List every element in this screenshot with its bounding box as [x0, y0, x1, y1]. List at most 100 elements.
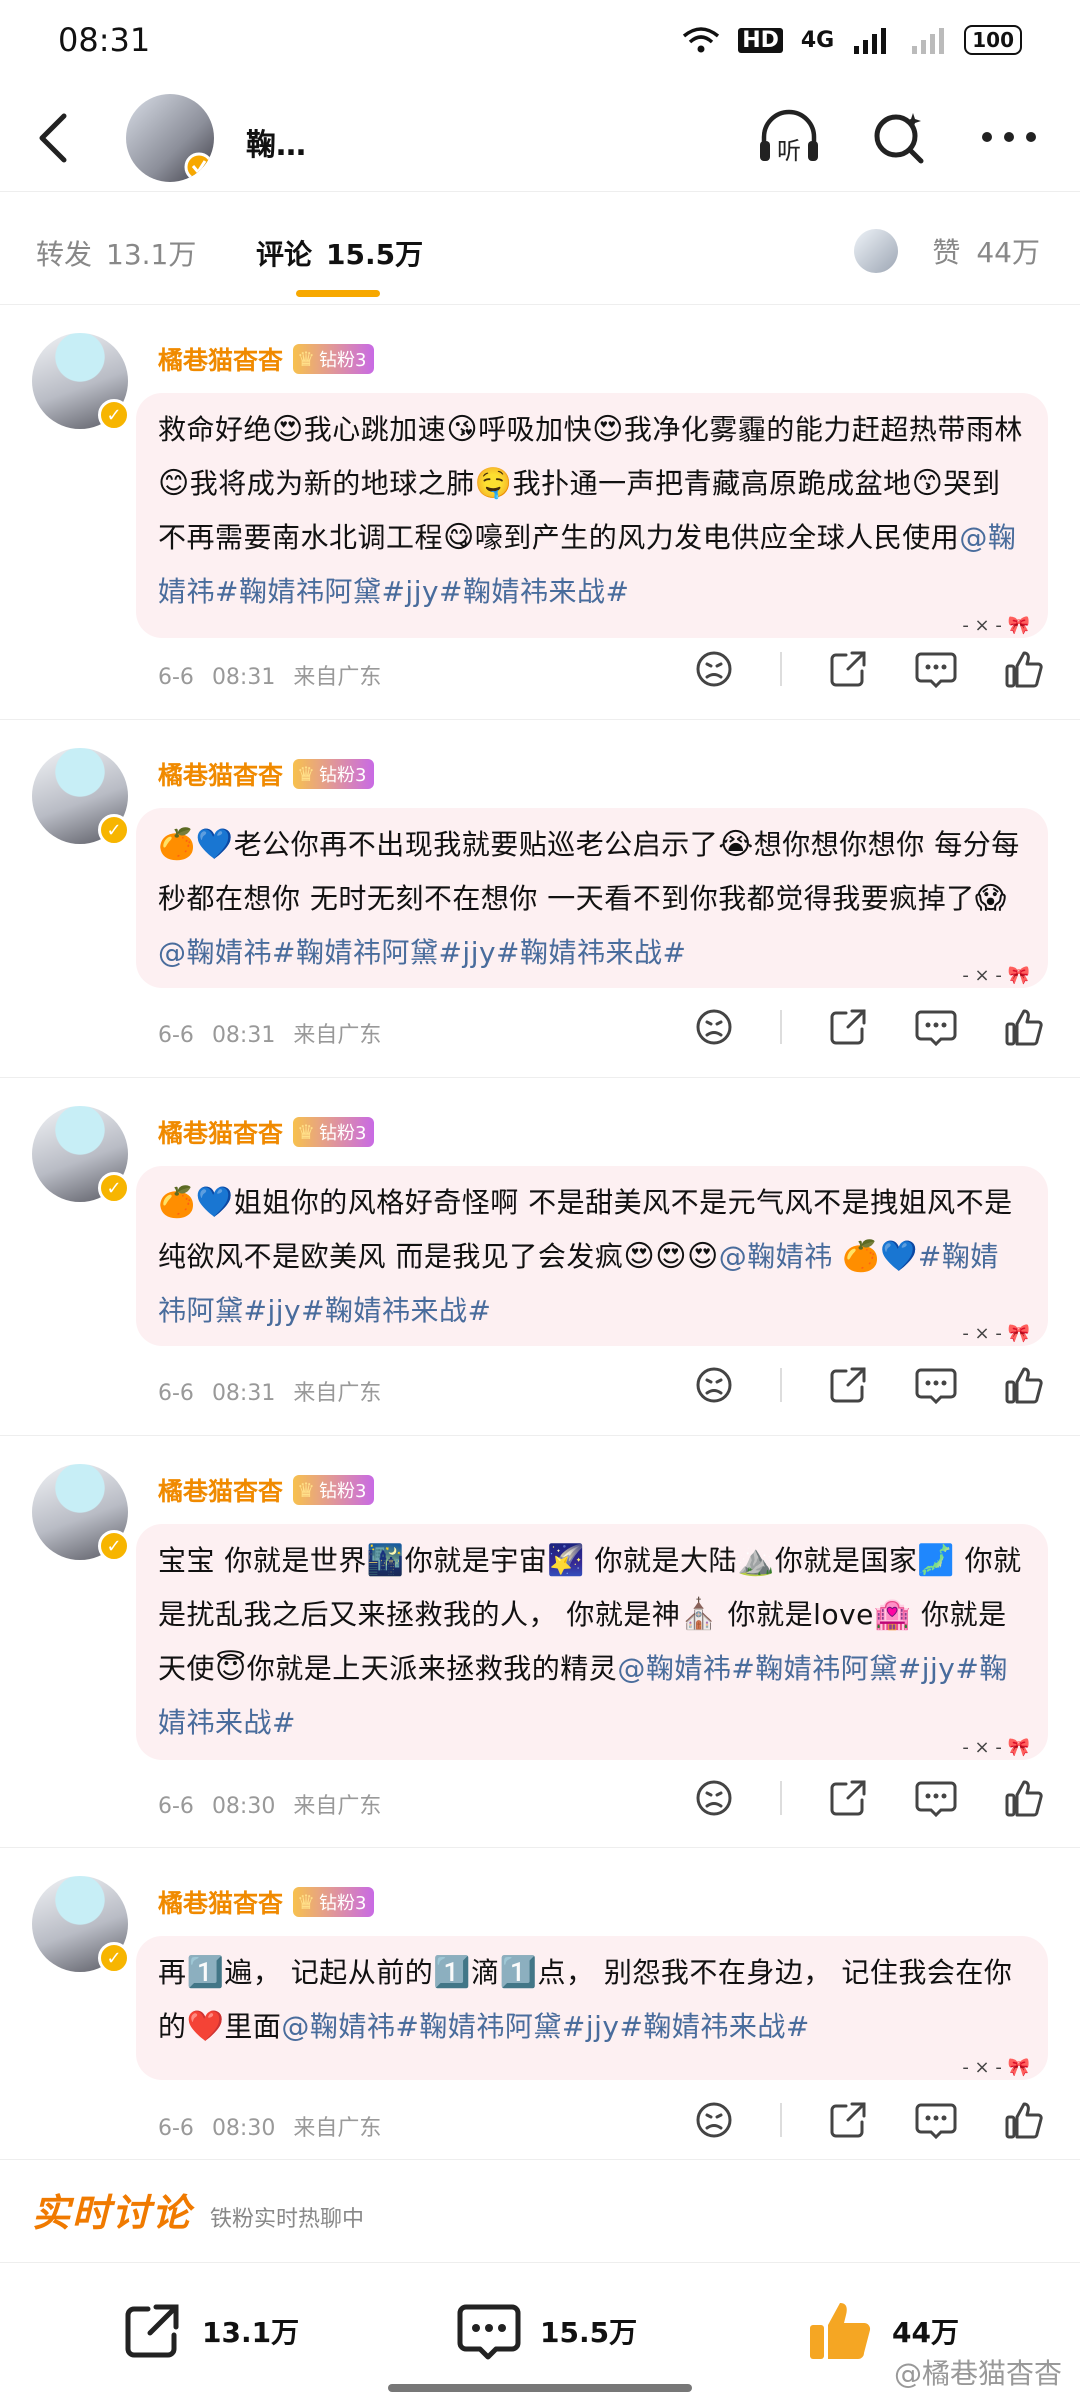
dislike-icon[interactable] [692, 1363, 736, 1407]
status-icons: HD 4G 100 [682, 25, 1022, 55]
repost-icon [125, 2304, 179, 2358]
comment-text-segment: 你就是love [718, 1598, 874, 1631]
comment-item[interactable]: ✓ 橘巷猫杳杳 ♛ 钻粉3 救命好绝😍我心跳加速😘呼吸加快😍我净化雾霾的能力赶超热带雨林… [0, 305, 1080, 720]
tab-likes[interactable]: 赞 44万 [854, 229, 1040, 273]
emoji-icon: 1️⃣ [186, 1955, 225, 1990]
comment-icon[interactable] [914, 647, 958, 691]
verified-badge-icon: ✓ [98, 1942, 130, 1974]
emoji-icon: 🌃 [366, 1543, 405, 1578]
commenter-avatar[interactable]: ✓ [32, 748, 130, 846]
realtime-discussion[interactable]: 实时讨论 铁粉实时热聊中 [32, 2182, 364, 2237]
more-icon[interactable] [976, 107, 1042, 167]
fan-badge-label: 钻粉3 [318, 1123, 367, 1144]
dislike-icon[interactable] [692, 2098, 736, 2142]
crown-icon: ♛ [297, 1120, 315, 1144]
comment-time: 08:31 [211, 665, 276, 690]
comment-bubble: 🍊💙老公你再不出现我就要贴巡老公启示了😭想你想你想你 每分每秒都在想你 无时无刻… [136, 808, 1048, 988]
comment-text-segment: 你就是国家 [774, 1544, 918, 1577]
liker-avatar [854, 229, 899, 273]
repost-icon[interactable] [826, 1776, 870, 1820]
author-avatar[interactable] [126, 94, 214, 182]
comment-icon[interactable] [914, 1005, 958, 1049]
bubble-bow-decoration: - × - 🎀 [962, 1737, 1030, 1758]
like-icon[interactable] [1002, 1005, 1046, 1049]
comment-time: 08:31 [211, 1381, 276, 1406]
tab-repost-count: 13.1万 [106, 238, 197, 271]
tab-bar: 转发 13.1万 评论 15.5万 赞 44万 [0, 195, 1080, 305]
emoji-icon: 1️⃣ [499, 1955, 538, 1990]
comment-meta: 6-6 08:30 来自广东 [158, 1788, 381, 1820]
like-icon[interactable] [1002, 647, 1046, 691]
fan-badge: ♛ 钻粉3 [293, 344, 375, 374]
mention-hashtag-link[interactable]: @鞠婧祎#鞠婧祎阿黛#jjy#鞠婧祎来战# [158, 936, 686, 969]
comment-text-segment: 滴 [471, 1956, 500, 1989]
fan-badge: ♛ 钻粉3 [293, 1887, 375, 1917]
comment-text-segment: 我将成为新的地球之肺 [189, 467, 475, 500]
commenter-avatar[interactable]: ✓ [32, 1464, 130, 1562]
commenter-avatar[interactable]: ✓ [32, 333, 130, 431]
comment-item[interactable]: ✓ 橘巷猫杳杳 ♛ 钻粉3 🍊💙老公你再不出现我就要贴巡老公启示了😭想你想你想你 每分每… [0, 720, 1080, 1078]
back-arrow-icon[interactable] [30, 110, 80, 166]
mention-hashtag-link[interactable]: @鞠婧祎#鞠婧祎阿黛#jjy#鞠婧祎来战# [281, 2010, 809, 2043]
comment-location: 来自广东 [293, 1794, 382, 1819]
repost-icon[interactable] [826, 1005, 870, 1049]
listen-icon[interactable]: 听 [756, 107, 822, 167]
bubble-bow-decoration: - × - 🎀 [962, 1323, 1030, 1344]
action-divider [780, 1010, 782, 1044]
like-icon[interactable] [1002, 1776, 1046, 1820]
comment-text-segment: 遍， 记起从前的 [224, 1956, 434, 1989]
search-icon[interactable] [866, 107, 932, 167]
home-indicator[interactable] [388, 2384, 692, 2392]
like-icon[interactable] [1002, 2098, 1046, 2142]
crown-icon: ♛ [297, 762, 315, 786]
commenter-info: 橘巷猫杳杳 ♛ 钻粉3 [158, 341, 375, 377]
comment-text: 再1️⃣遍， 记起从前的1️⃣滴1️⃣点， 别怨我不在身边， 记住我会在你的❤️… [158, 1946, 1026, 2054]
commenter-name[interactable]: 橘巷猫杳杳 [158, 1884, 283, 1920]
comment-count: 15.5万 [540, 2316, 638, 2349]
bubble-bow-decoration: - × - 🎀 [962, 615, 1030, 636]
realtime-title: 实时讨论 [32, 2191, 193, 2235]
like-count: 44万 [892, 2316, 959, 2349]
mention-hashtag-link[interactable]: @鞠婧祎 [719, 1240, 842, 1273]
commenter-name[interactable]: 橘巷猫杳杳 [158, 756, 283, 792]
like-icon[interactable] [1002, 1363, 1046, 1407]
tab-comments-label: 评论 [256, 238, 313, 271]
repost-button[interactable]: 13.1万 [120, 2299, 299, 2363]
emoji-icon: 🌠 [547, 1543, 586, 1578]
status-time: 08:31 [58, 21, 151, 59]
watermark: @橘巷猫杳杳 [893, 2357, 1062, 2390]
author-name[interactable]: 鞠… [246, 120, 306, 164]
comment-item[interactable]: ✓ 橘巷猫杳杳 ♛ 钻粉3 🍊💙姐姐你的风格好奇怪啊 不是甜美风不是元气风不是拽姐风不是… [0, 1078, 1080, 1436]
comment-button[interactable]: 15.5万 [456, 2299, 637, 2363]
comment-text-segment: 救命好绝 [158, 413, 273, 446]
emoji-icon: 😱 [974, 881, 1007, 916]
tab-likes-count: 44万 [976, 236, 1040, 269]
commenter-avatar[interactable]: ✓ [32, 1106, 130, 1204]
commenter-avatar[interactable]: ✓ [32, 1876, 130, 1974]
action-divider [780, 2103, 782, 2137]
crown-icon: ♛ [297, 1478, 315, 1502]
commenter-name[interactable]: 橘巷猫杳杳 [158, 1472, 283, 1508]
verified-badge-icon: ✓ [98, 814, 130, 846]
dislike-icon[interactable] [692, 1005, 736, 1049]
repost-icon[interactable] [826, 647, 870, 691]
repost-icon[interactable] [826, 1363, 870, 1407]
dislike-icon[interactable] [692, 647, 736, 691]
signal-icon [854, 28, 887, 54]
active-tab-indicator [296, 290, 380, 297]
repost-icon[interactable] [826, 2098, 870, 2142]
comment-icon [457, 2304, 521, 2360]
tab-comments[interactable]: 评论 15.5万 [256, 233, 423, 273]
comment-item[interactable]: ✓ 橘巷猫杳杳 ♛ 钻粉3 再1️⃣遍， 记起从前的1️⃣滴1️⃣点， 别怨我不在身边，… [0, 1848, 1080, 2160]
wifi-icon [683, 27, 720, 53]
comment-item[interactable]: ✓ 橘巷猫杳杳 ♛ 钻粉3 宝宝 你就是世界🌃你就是宇宙🌠 你就是大陆⛰️你就是国家🗾 … [0, 1436, 1080, 1848]
comment-icon[interactable] [914, 1363, 958, 1407]
comment-text-segment: 你就是上天派来拯救我的精灵 [246, 1652, 618, 1685]
comment-icon[interactable] [914, 1776, 958, 1820]
dislike-icon[interactable] [692, 1776, 736, 1820]
commenter-name[interactable]: 橘巷猫杳杳 [158, 341, 283, 377]
comment-icon[interactable] [914, 2098, 958, 2142]
commenter-name[interactable]: 橘巷猫杳杳 [158, 1114, 283, 1150]
comment-text: 🍊💙老公你再不出现我就要贴巡老公启示了😭想你想你想你 每分每秒都在想你 无时无刻… [158, 818, 1026, 980]
tab-repost[interactable]: 转发 13.1万 [36, 233, 196, 273]
